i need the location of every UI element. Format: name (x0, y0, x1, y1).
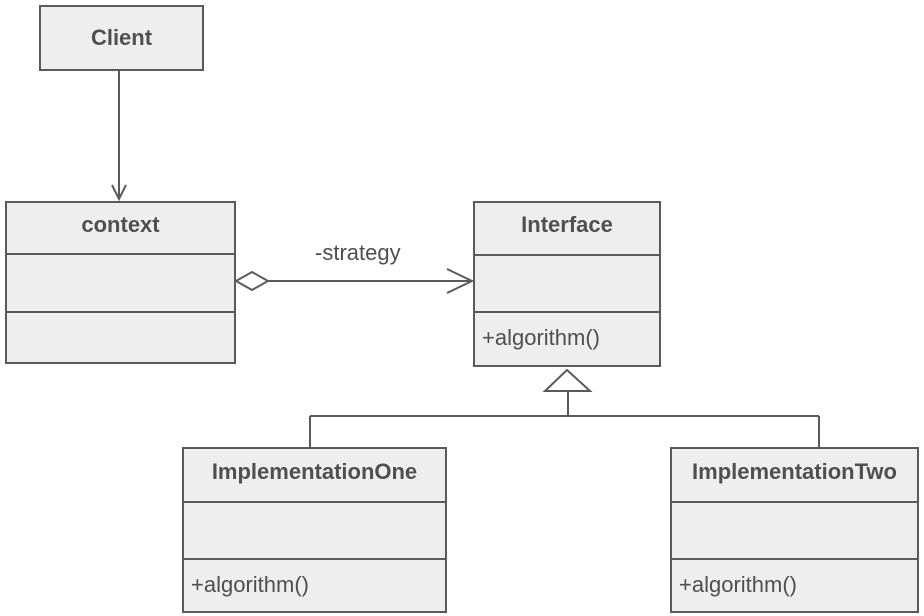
class-name: ImplementationTwo (692, 459, 897, 484)
operation: +algorithm() (191, 572, 309, 597)
class-name: Client (90, 25, 153, 50)
class-context[interactable]: context (5, 201, 236, 364)
operations-compartment: +algorithm() (475, 311, 659, 365)
generalization-triangle-icon (542, 368, 593, 392)
aggregation-diamond-icon (233, 270, 271, 292)
class-implementation-one[interactable]: ImplementationOne +algorithm() (182, 447, 447, 613)
attributes-compartment (184, 501, 445, 558)
class-interface[interactable]: Interface +algorithm() (473, 201, 661, 367)
strategy-aggregation (233, 268, 475, 294)
operations-compartment (7, 311, 234, 362)
operations-compartment: +algorithm() (184, 558, 445, 611)
class-name: context (81, 212, 160, 237)
operations-compartment: +algorithm() (672, 558, 917, 611)
class-name: Interface (521, 212, 613, 237)
operation: +algorithm() (679, 572, 797, 597)
class-client[interactable]: Client (39, 5, 204, 71)
attributes-compartment (7, 253, 234, 311)
operation: +algorithm() (482, 325, 600, 350)
attributes-compartment (475, 254, 659, 311)
attributes-compartment (672, 501, 917, 558)
class-name: ImplementationOne (211, 459, 418, 484)
class-implementation-two[interactable]: ImplementationTwo +algorithm() (670, 447, 919, 613)
strategy-label: -strategy (315, 240, 401, 265)
client-context-association (111, 70, 127, 202)
generalization-tree (309, 368, 820, 447)
